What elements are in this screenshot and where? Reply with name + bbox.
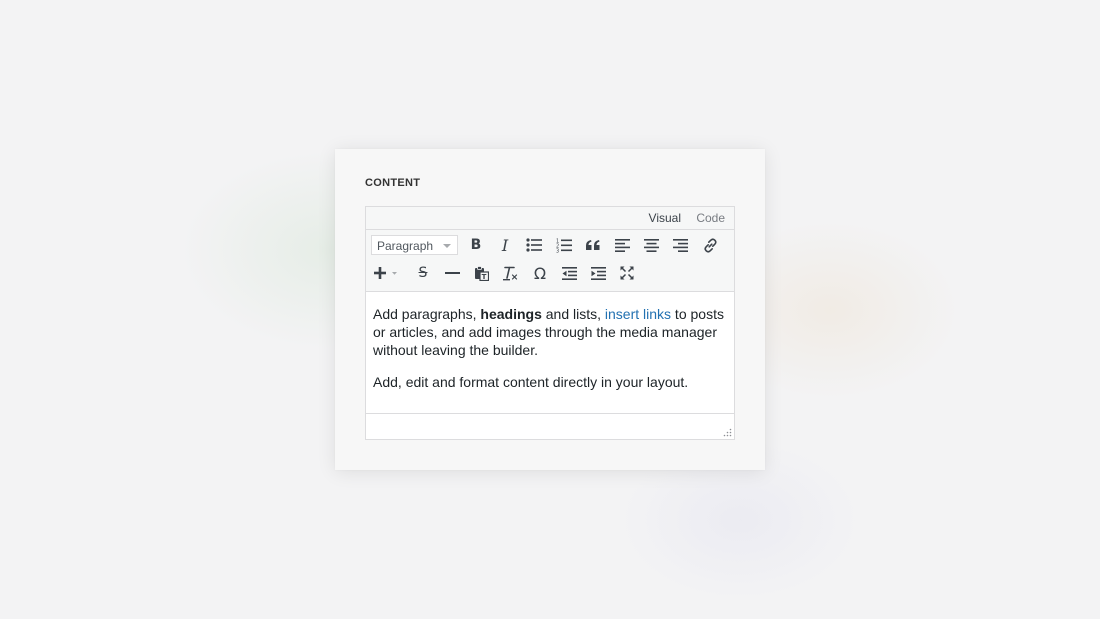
special-character-icon: Ω xyxy=(533,263,547,283)
clear-formatting-button[interactable] xyxy=(498,262,522,284)
svg-text:T: T xyxy=(481,273,486,281)
horizontal-line-button[interactable] xyxy=(440,262,464,284)
outdent-button[interactable] xyxy=(557,262,581,284)
align-center-icon xyxy=(643,238,659,252)
svg-text:3: 3 xyxy=(556,248,559,253)
strikethrough-button[interactable]: S xyxy=(411,262,435,284)
editor-mode-tabs: Visual Code xyxy=(366,207,734,230)
format-select[interactable]: Paragraph xyxy=(371,235,458,255)
add-icon xyxy=(374,267,397,279)
bulleted-list-icon xyxy=(526,238,542,252)
italic-icon: I xyxy=(501,235,509,255)
bulleted-list-button[interactable] xyxy=(522,234,546,256)
panel-label: CONTENT xyxy=(365,177,421,189)
align-left-button[interactable] xyxy=(610,234,634,256)
editor-content-area[interactable]: Add paragraphs, headings and lists, inse… xyxy=(366,291,734,413)
align-right-icon xyxy=(672,238,688,252)
bold-icon: B xyxy=(470,237,482,253)
numbered-list-button[interactable]: 1 2 3 xyxy=(552,234,576,256)
paste-as-text-button[interactable]: T xyxy=(469,262,493,284)
horizontal-line-icon xyxy=(444,272,460,274)
fullscreen-button[interactable] xyxy=(615,262,639,284)
insert-link-button[interactable] xyxy=(698,234,722,256)
bold-text: headings xyxy=(480,306,542,322)
strikethrough-icon: S xyxy=(418,265,428,281)
add-media-dropdown[interactable] xyxy=(372,262,402,284)
indent-icon xyxy=(590,266,606,280)
align-left-icon xyxy=(614,238,630,252)
chevron-down-icon xyxy=(443,244,451,248)
clear-formatting-icon xyxy=(503,266,518,280)
special-character-button[interactable]: Ω xyxy=(528,262,552,284)
tab-code[interactable]: Code xyxy=(696,211,725,225)
rich-text-editor: Visual Code Paragraph B I 1 2 3 S T Ω Ad… xyxy=(365,206,735,440)
tab-visual[interactable]: Visual xyxy=(649,211,681,225)
fullscreen-icon xyxy=(620,266,634,280)
editor-toolbar: Paragraph B I 1 2 3 S T Ω xyxy=(366,230,734,292)
paste-as-text-icon: T xyxy=(474,265,489,281)
format-select-value: Paragraph xyxy=(377,239,434,253)
indent-button[interactable] xyxy=(586,262,610,284)
content-panel: CONTENT Visual Code Paragraph B I 1 2 3 … xyxy=(335,149,765,470)
editor-status-bar xyxy=(366,413,734,439)
blockquote-button[interactable] xyxy=(581,234,605,256)
align-right-button[interactable] xyxy=(668,234,692,256)
italic-button[interactable]: I xyxy=(493,234,517,256)
content-paragraph: Add paragraphs, headings and lists, inse… xyxy=(373,306,724,358)
bold-button[interactable]: B xyxy=(464,234,488,256)
resize-handle-icon[interactable] xyxy=(723,428,732,437)
content-link[interactable]: insert links xyxy=(605,306,671,322)
outdent-icon xyxy=(561,266,577,280)
content-paragraph: Add, edit and format content directly in… xyxy=(373,374,689,390)
numbered-list-icon: 1 2 3 xyxy=(556,238,572,253)
blockquote-icon xyxy=(586,240,600,250)
link-icon xyxy=(703,237,717,253)
align-center-button[interactable] xyxy=(639,234,663,256)
